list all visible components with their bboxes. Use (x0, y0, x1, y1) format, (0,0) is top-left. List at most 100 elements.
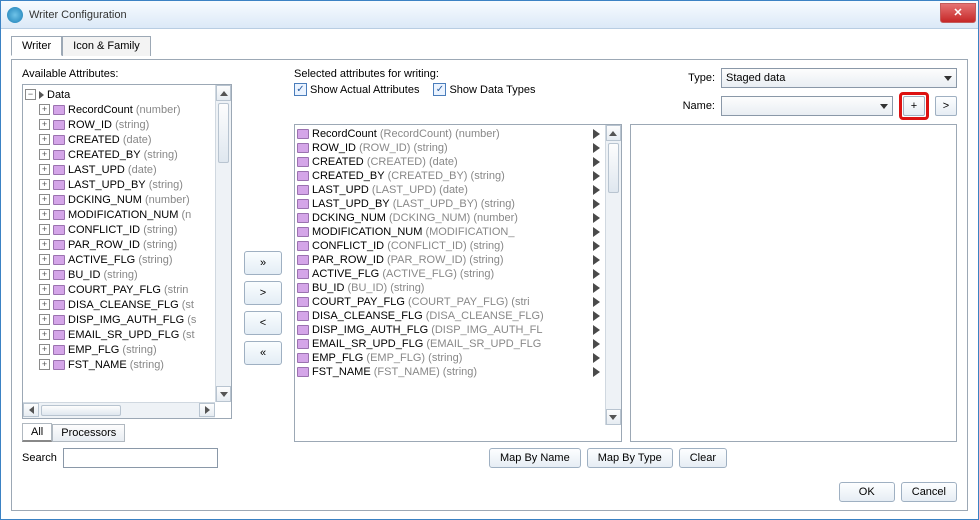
selected-item[interactable]: PAR_ROW_ID (PAR_ROW_ID) (string) (297, 253, 603, 267)
sel-vscrollbar[interactable] (605, 125, 621, 425)
tree-item[interactable]: +FST_NAME (string) (25, 357, 213, 372)
search-input[interactable] (63, 448, 218, 468)
selected-item[interactable]: DISA_CLEANSE_FLG (DISA_CLEANSE_FLG) (297, 309, 603, 323)
tree-item[interactable]: +CONFLICT_ID (string) (25, 222, 213, 237)
tree-item[interactable]: +EMAIL_SR_UPD_FLG (st (25, 327, 213, 342)
scroll-down-icon[interactable] (606, 409, 621, 425)
tree-item[interactable]: +ACTIVE_FLG (string) (25, 252, 213, 267)
expand-icon[interactable]: + (39, 224, 50, 235)
selected-item[interactable]: EMAIL_SR_UPD_FLG (EMAIL_SR_UPD_FLG (297, 337, 603, 351)
selected-item[interactable]: FST_NAME (FST_NAME) (string) (297, 365, 603, 379)
show-actual-checkbox[interactable]: ✓Show Actual Attributes (294, 83, 419, 96)
expand-icon[interactable]: + (39, 104, 50, 115)
tree-item[interactable]: +LAST_UPD_BY (string) (25, 177, 213, 192)
scroll-up-icon[interactable] (216, 85, 231, 101)
attribute-icon (53, 180, 65, 190)
selected-item[interactable]: CREATED (CREATED) (date) (297, 155, 603, 169)
expand-icon[interactable]: + (39, 359, 50, 370)
attribute-icon (297, 185, 309, 195)
scroll-up-icon[interactable] (606, 125, 621, 141)
scroll-down-icon[interactable] (216, 386, 231, 402)
expand-icon[interactable]: + (39, 134, 50, 145)
selected-list[interactable]: RecordCount (RecordCount) (number)ROW_ID… (294, 124, 622, 442)
map-by-name-button[interactable]: Map By Name (489, 448, 581, 468)
selected-item[interactable]: LAST_UPD (LAST_UPD) (date) (297, 183, 603, 197)
tree-item[interactable]: +MODIFICATION_NUM (n (25, 207, 213, 222)
expand-icon[interactable]: + (39, 314, 50, 325)
expand-icon[interactable]: + (39, 119, 50, 130)
add-name-button[interactable]: + (903, 96, 925, 116)
tree-item[interactable]: +CREATED (date) (25, 132, 213, 147)
tree-item[interactable]: +DISA_CLEANSE_FLG (st (25, 297, 213, 312)
tree-item[interactable]: +BU_ID (string) (25, 267, 213, 282)
scroll-thumb-h[interactable] (41, 405, 121, 416)
tree-item[interactable]: +RecordCount (number) (25, 102, 213, 117)
available-tree[interactable]: − Data +RecordCount (number)+ROW_ID (str… (22, 84, 232, 419)
tree-item[interactable]: +PAR_ROW_ID (string) (25, 237, 213, 252)
tree-item[interactable]: +DISP_IMG_AUTH_FLG (s (25, 312, 213, 327)
add-all-button[interactable]: » (244, 251, 282, 275)
next-name-button[interactable]: > (935, 96, 957, 116)
tree-vscrollbar[interactable] (215, 85, 231, 402)
add-button[interactable]: > (244, 281, 282, 305)
tree-item[interactable]: +LAST_UPD (date) (25, 162, 213, 177)
selected-item[interactable]: ACTIVE_FLG (ACTIVE_FLG) (string) (297, 267, 603, 281)
scroll-thumb[interactable] (218, 103, 229, 163)
expand-icon[interactable]: + (39, 179, 50, 190)
expand-icon[interactable]: + (39, 299, 50, 310)
selected-item[interactable]: DISP_IMG_AUTH_FLG (DISP_IMG_AUTH_FL (297, 323, 603, 337)
expand-icon[interactable]: + (39, 209, 50, 220)
selected-item[interactable]: LAST_UPD_BY (LAST_UPD_BY) (string) (297, 197, 603, 211)
ok-button[interactable]: OK (839, 482, 895, 502)
expand-icon[interactable]: + (39, 239, 50, 250)
filter-all-button[interactable]: All (22, 423, 52, 442)
remove-button[interactable]: < (244, 311, 282, 335)
expand-icon[interactable]: + (39, 164, 50, 175)
show-types-checkbox[interactable]: ✓Show Data Types (433, 83, 535, 96)
selected-item[interactable]: DCKING_NUM (DCKING_NUM) (number) (297, 211, 603, 225)
clear-button[interactable]: Clear (679, 448, 727, 468)
tree-item[interactable]: +COURT_PAY_FLG (strin (25, 282, 213, 297)
type-combo[interactable]: Staged data (721, 68, 957, 88)
filter-processors-button[interactable]: Processors (52, 424, 125, 442)
expand-icon[interactable]: + (39, 344, 50, 355)
expand-icon[interactable]: + (39, 149, 50, 160)
scroll-left-icon[interactable] (23, 403, 39, 417)
selected-item[interactable]: CONFLICT_ID (CONFLICT_ID) (string) (297, 239, 603, 253)
selected-item[interactable]: ROW_ID (ROW_ID) (string) (297, 141, 603, 155)
tab-icon-family[interactable]: Icon & Family (62, 36, 151, 56)
tree-root[interactable]: − Data (25, 87, 213, 102)
name-combo[interactable] (721, 96, 893, 116)
map-arrow-icon (593, 283, 600, 293)
expand-icon[interactable]: + (39, 284, 50, 295)
tree-item[interactable]: +ROW_ID (string) (25, 117, 213, 132)
selected-item[interactable]: RecordCount (RecordCount) (number) (297, 127, 603, 141)
close-button[interactable]: ✕ (940, 3, 976, 23)
map-by-type-button[interactable]: Map By Type (587, 448, 673, 468)
expand-icon[interactable]: + (39, 254, 50, 265)
collapse-icon[interactable]: − (25, 89, 36, 100)
expand-icon[interactable]: + (39, 194, 50, 205)
tree-hscrollbar[interactable] (23, 402, 215, 418)
tree-item[interactable]: +EMP_FLG (string) (25, 342, 213, 357)
tree-item[interactable]: +CREATED_BY (string) (25, 147, 213, 162)
map-arrow-icon (593, 339, 600, 349)
map-arrow-icon (593, 129, 600, 139)
window-title: Writer Configuration (29, 9, 127, 21)
selected-item[interactable]: BU_ID (BU_ID) (string) (297, 281, 603, 295)
selected-item[interactable]: CREATED_BY (CREATED_BY) (string) (297, 169, 603, 183)
expand-icon[interactable]: + (39, 269, 50, 280)
tab-writer[interactable]: Writer (11, 36, 62, 56)
selected-item[interactable]: EMP_FLG (EMP_FLG) (string) (297, 351, 603, 365)
remove-all-button[interactable]: « (244, 341, 282, 365)
cancel-button[interactable]: Cancel (901, 482, 957, 502)
selected-item[interactable]: COURT_PAY_FLG (COURT_PAY_FLG) (stri (297, 295, 603, 309)
scroll-right-icon[interactable] (199, 403, 215, 417)
tree-item[interactable]: +DCKING_NUM (number) (25, 192, 213, 207)
attribute-icon (297, 353, 309, 363)
scroll-thumb[interactable] (608, 143, 619, 193)
attribute-icon (297, 171, 309, 181)
arrow-icon (39, 91, 44, 99)
expand-icon[interactable]: + (39, 329, 50, 340)
selected-item[interactable]: MODIFICATION_NUM (MODIFICATION_ (297, 225, 603, 239)
